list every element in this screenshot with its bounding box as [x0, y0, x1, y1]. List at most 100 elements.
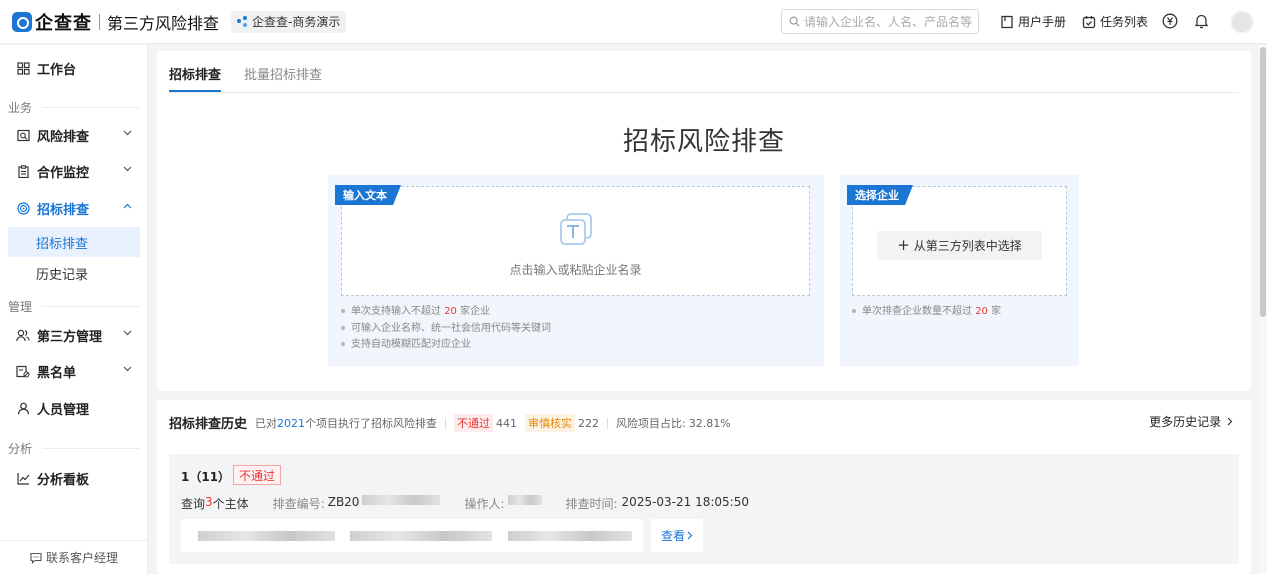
- yuan-icon: [1162, 13, 1178, 29]
- user-avatar[interactable]: [1230, 10, 1254, 34]
- tab-batch-bid-check[interactable]: 批量招标排查: [244, 64, 322, 92]
- group-analysis-label: 分析: [8, 442, 33, 456]
- record-id-value: ZB20: [327, 495, 360, 509]
- sidebar: 工作台 业务 风险排查 合作监控 招标排查 招标排查 历史记录 管理 第三方管理: [0, 45, 148, 574]
- tip-item: 支持自动模糊匹配对应企业: [341, 337, 551, 354]
- nav-sub-bid-check-label: 招标排查: [36, 236, 89, 252]
- nav-dashboard[interactable]: 分析看板: [0, 461, 148, 495]
- select-tips: 单次排查企业数量不超过 20 家: [852, 304, 1001, 321]
- dropzone-hint: 点击输入或粘贴企业名录: [509, 263, 642, 277]
- nav-coop-monitor[interactable]: 合作监控: [0, 154, 148, 188]
- nav-sub-bid-check[interactable]: 招标排查: [8, 227, 140, 257]
- nav-third-party-manage[interactable]: 第三方管理: [0, 318, 148, 352]
- nav-bid-check-label: 招标排查: [37, 202, 90, 218]
- record-meta: 查询 3 个主体 排查编号: ZB20 操作人: 排查时间: 2025-03-2…: [181, 495, 749, 512]
- users-icon: [16, 328, 30, 342]
- nav-blacklist[interactable]: 黑名单: [0, 354, 148, 388]
- entity-list: [181, 519, 643, 552]
- contact-manager-link[interactable]: 联系客户经理: [0, 540, 148, 574]
- paste-dropzone[interactable]: 点击输入或粘贴企业名录: [341, 186, 810, 296]
- tip-item: 单次支持输入不超过 20 家企业: [341, 304, 551, 321]
- summary-prefix: 已对: [255, 417, 277, 430]
- fail-count: 441: [496, 416, 517, 430]
- task-list-link[interactable]: 任务列表: [1082, 13, 1148, 30]
- redacted-text: [362, 495, 441, 505]
- chevron-right-icon: [1227, 417, 1233, 426]
- risk-ratio-value: 32.81%: [688, 416, 731, 430]
- user-icon: [16, 401, 30, 415]
- chevron-down-icon: [123, 366, 132, 372]
- search-input[interactable]: [804, 14, 974, 29]
- nav-risk-check-label: 风险排查: [37, 129, 90, 145]
- contact-manager-label: 联系客户经理: [45, 551, 118, 565]
- org-switcher[interactable]: 企查查-商务演示: [231, 10, 347, 33]
- search-icon: [789, 16, 800, 27]
- notification-button[interactable]: [1193, 13, 1209, 29]
- check-time-label: 排查时间:: [565, 497, 618, 511]
- header-divider: [99, 13, 100, 30]
- chevron-up-icon: [123, 203, 132, 209]
- group-divider: [42, 306, 140, 307]
- book-icon: [1001, 15, 1013, 28]
- more-history-label: 更多历史记录: [1149, 415, 1222, 429]
- input-tips: 单次支持输入不超过 20 家企业 可输入企业名称、统一社会信用代码等关键词 支持…: [341, 304, 551, 354]
- chevron-right-icon: [687, 531, 693, 540]
- more-history-link[interactable]: 更多历史记录: [1149, 413, 1233, 430]
- user-manual-link[interactable]: 用户手册: [1000, 13, 1066, 30]
- fail-label: 不通过: [454, 414, 493, 432]
- nav-sub-history-label: 历史记录: [36, 267, 89, 283]
- plus-icon: +: [897, 236, 910, 254]
- summary-suffix: 个项目执行了招标风险排查: [305, 417, 437, 430]
- scrollbar-thumb[interactable]: [1260, 47, 1266, 317]
- select-enterprise-tag: 选择企业: [847, 185, 913, 205]
- redacted-entity: [350, 531, 492, 541]
- history-card: 招标排查历史 已对 2021 个项目执行了招标风险排查 不通过 441 审慎核实…: [157, 400, 1251, 574]
- grid-icon: [16, 61, 30, 75]
- query-count: 3: [205, 495, 213, 509]
- nav-sub-history[interactable]: 历史记录: [8, 258, 140, 288]
- nav-staff-manage-label: 人员管理: [37, 402, 90, 418]
- chat-icon: [30, 552, 42, 564]
- tab-bid-check-label: 招标排查: [169, 68, 222, 83]
- record-title: 1（11）: [181, 470, 231, 484]
- nav-risk-check[interactable]: 风险排查: [0, 118, 148, 152]
- summary-project-count: 2021: [277, 416, 305, 430]
- nav-bid-check[interactable]: 招标排查: [0, 191, 148, 225]
- global-search[interactable]: [781, 9, 979, 34]
- select-from-list-label: 从第三方列表中选择: [913, 239, 1022, 253]
- chevron-down-icon: [123, 166, 132, 172]
- record-id-label: 排查编号:: [272, 497, 325, 511]
- view-record-button[interactable]: 查看: [651, 519, 703, 552]
- tabs-divider: [169, 92, 1239, 93]
- org-name: 企查查-商务演示: [252, 15, 341, 29]
- group-divider: [42, 448, 140, 449]
- redacted-entity: [198, 531, 335, 541]
- bell-icon: [1194, 14, 1208, 29]
- review-count: 222: [578, 416, 599, 430]
- risk-scan-icon: [16, 128, 30, 142]
- nav-workbench[interactable]: 工作台: [0, 51, 148, 85]
- risk-ratio-label: 风险项目占比:: [616, 417, 686, 430]
- chart-line-icon: [16, 471, 30, 485]
- product-name: 第三方风险排查: [107, 13, 220, 33]
- tip-item: 可输入企业名称、统一社会信用代码等关键词: [341, 321, 551, 338]
- group-divider: [42, 107, 140, 108]
- group-business-label: 业务: [8, 101, 33, 115]
- nav-blacklist-label: 黑名单: [37, 365, 77, 381]
- tab-bid-check[interactable]: 招标排查: [169, 64, 222, 92]
- nav-staff-manage[interactable]: 人员管理: [0, 391, 148, 425]
- nav-coop-monitor-label: 合作监控: [37, 165, 90, 181]
- input-text-tag: 输入文本: [335, 185, 401, 205]
- page-scrollbar[interactable]: [1259, 45, 1267, 574]
- billing-button[interactable]: [1162, 13, 1178, 29]
- query-suffix: 个主体: [212, 497, 249, 511]
- calendar-check-icon: [1082, 15, 1096, 28]
- nav-dashboard-label: 分析看板: [37, 472, 90, 488]
- page-title: 招标风险排查: [622, 127, 785, 157]
- app-logo[interactable]: 企查查: [12, 9, 92, 35]
- select-from-list-button[interactable]: + 从第三方列表中选择: [877, 231, 1042, 260]
- operator-label: 操作人:: [464, 497, 505, 511]
- history-title: 招标排查历史: [169, 417, 248, 432]
- top-header: 企查查 第三方风险排查 企查查-商务演示 用户手册 任务列表: [0, 0, 1267, 44]
- nav-workbench-label: 工作台: [37, 62, 77, 78]
